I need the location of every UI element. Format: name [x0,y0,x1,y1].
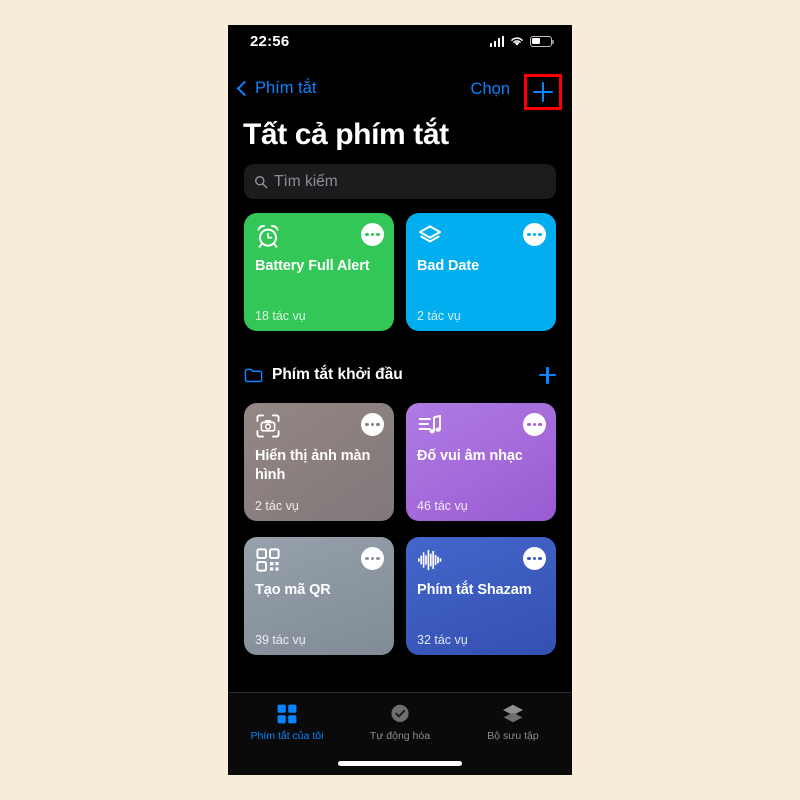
card-more-button[interactable] [523,223,546,246]
tab-gallery[interactable]: Bộ sưu tập [458,702,568,742]
phone-screen: 22:56 Phím tắt Chọn Tất cả phím tắt Tìm … [228,25,572,775]
status-indicators [489,35,555,47]
shortcut-card-tao-ma-qr[interactable]: Tạo mã QR 39 tác vụ [244,537,394,655]
clock-check-icon [391,704,409,722]
card-subtitle: 2 tác vụ [417,309,461,323]
card-subtitle: 18 tác vụ [255,309,306,323]
card-subtitle: 2 tác vụ [255,499,299,513]
card-more-button[interactable] [361,547,384,570]
card-title: Tạo mã QR [255,582,331,598]
screenshot-canvas: 22:56 Phím tắt Chọn Tất cả phím tắt Tìm … [0,0,800,800]
tab-label: Phím tắt của tôi [250,730,324,742]
card-more-button[interactable] [523,547,546,570]
tab-automation[interactable]: Tự động hóa [345,702,455,742]
shortcut-card-battery-full-alert[interactable]: Battery Full Alert 18 tác vụ [244,213,394,331]
search-input[interactable]: Tìm kiếm [244,164,556,199]
select-button[interactable]: Chọn [471,80,510,99]
grid-squares-icon [277,704,297,724]
battery-icon [530,35,555,47]
tab-label: Bộ sưu tập [487,730,539,742]
alarm-clock-icon [257,225,279,248]
section-add-button[interactable] [539,366,556,384]
folder-icon [244,368,263,383]
camera-viewfinder-icon [256,414,280,438]
card-subtitle: 32 tác vụ [417,633,468,647]
home-indicator[interactable] [338,761,462,766]
card-title: Battery Full Alert [255,258,370,274]
page-title: Tất cả phím tắt [243,118,449,151]
shortcut-card-bad-date[interactable]: Bad Date 2 tác vụ [406,213,556,331]
card-title: Bad Date [417,258,480,274]
card-more-button[interactable] [523,413,546,436]
card-more-button[interactable] [361,413,384,436]
card-subtitle: 39 tác vụ [255,633,306,647]
qr-code-icon [256,548,280,572]
tab-bar: Phím tắt của tôi Tự động hóa Bộ sưu tập [228,692,572,775]
shortcut-card-phim-tat-shazam[interactable]: Phím tắt Shazam 32 tác vụ [406,537,556,655]
search-placeholder: Tìm kiếm [274,172,338,190]
layers-stack-icon [503,704,523,723]
card-subtitle: 46 tác vụ [417,499,468,513]
card-title: Hiển thị ảnh màn hình [255,448,371,483]
status-bar: 22:56 [228,25,572,57]
plus-icon [533,82,553,102]
add-shortcut-button[interactable] [524,74,562,110]
back-button-label: Phím tắt [255,79,317,97]
tab-my-shortcuts[interactable]: Phím tắt của tôi [232,702,342,742]
card-title: Phím tắt Shazam [417,582,532,598]
card-more-button[interactable] [361,223,384,246]
wifi-icon [511,37,523,46]
section-header-starter-shortcuts: Phím tắt khởi đầu [244,362,556,388]
cellular-bars-icon [489,35,504,47]
layers-stack-icon [419,225,441,243]
music-list-icon [418,414,441,434]
status-time: 22:56 [250,33,290,50]
back-button[interactable]: Phím tắt [236,79,317,98]
section-title: Phím tắt khởi đầu [272,366,403,383]
chevron-left-icon [236,80,253,97]
shortcut-card-hien-thi-anh-man-hinh[interactable]: Hiển thị ảnh màn hình 2 tác vụ [244,403,394,521]
tab-label: Tự động hóa [369,730,431,742]
shortcut-card-do-vui-am-nhac[interactable]: Đố vui âm nhạc 46 tác vụ [406,403,556,521]
waveform-icon [417,549,442,571]
navigation-bar: Phím tắt Chọn [228,73,572,111]
search-icon [255,175,268,188]
card-title: Đố vui âm nhạc [417,448,523,464]
